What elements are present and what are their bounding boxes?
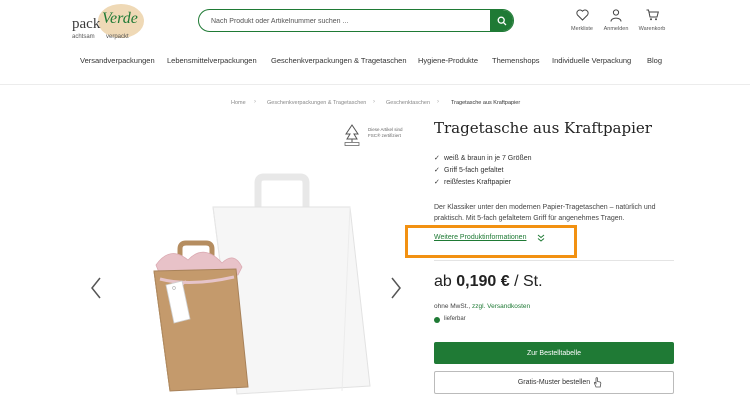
- feature-text: Griff 5-fach gefaltet: [444, 166, 504, 174]
- nav-item-geschenkverpackungen[interactable]: Geschenkverpackungen & Tragetaschen: [271, 56, 407, 65]
- gallery-prev-button[interactable]: [90, 276, 102, 300]
- price-unit: / St.: [514, 273, 543, 290]
- logo-word-verde: Verde: [102, 10, 138, 27]
- product-price: ab 0,190 € / St.: [434, 273, 543, 291]
- logo-tagline-2: verpackt: [106, 34, 129, 40]
- hand-pointer-icon: [593, 377, 602, 388]
- free-sample-label: Gratis-Muster bestellen: [517, 379, 591, 386]
- feature-item: ✓ Griff 5-fach gefaltet: [434, 164, 532, 176]
- availability-dot-icon: [434, 317, 440, 323]
- feature-text: reißfestes Kraftpapier: [444, 178, 511, 186]
- search-input[interactable]: [209, 13, 483, 30]
- feature-item: ✓ reißfestes Kraftpapier: [434, 176, 532, 188]
- heart-icon: [575, 9, 589, 21]
- check-icon: ✓: [434, 179, 440, 186]
- logo[interactable]: pack Verde achtsam verpackt: [72, 4, 144, 40]
- price-value: 0,190 €: [456, 273, 510, 290]
- feature-list: ✓ weiß & braun in je 7 Größen ✓ Griff 5-fa…: [434, 152, 532, 188]
- nav-item-lebensmittelverpackungen[interactable]: Lebensmittelverpackungen: [167, 56, 257, 65]
- feature-item: ✓ weiß & braun in je 7 Größen: [434, 152, 532, 164]
- breadcrumb-home[interactable]: Home: [231, 100, 246, 106]
- highlight-box: [405, 225, 577, 258]
- free-sample-button[interactable]: Gratis-Muster bestellen: [434, 371, 674, 394]
- user-icon: [610, 9, 622, 22]
- cart-label: Warenkorb: [638, 26, 666, 32]
- account-link[interactable]: Anmelden: [596, 9, 636, 32]
- nav-item-hygiene-produkte[interactable]: Hygiene-Produkte: [418, 56, 478, 65]
- shipping-costs-link[interactable]: zzgl. Versandkosten: [472, 303, 530, 310]
- nav-item-themenshops[interactable]: Themenshops: [492, 56, 540, 65]
- product-image[interactable]: [130, 165, 420, 400]
- nav-item-blog[interactable]: Blog: [647, 56, 662, 65]
- gallery-next-button[interactable]: [390, 276, 402, 300]
- logo-tagline-1: achtsam: [72, 34, 95, 40]
- search-icon: [497, 16, 506, 25]
- cart-icon: [646, 9, 659, 21]
- tax-note: ohne MwSt., zzgl. Versandkosten: [434, 303, 530, 310]
- fsc-certification: Diese Artikel sind FSC® zertifiziert: [343, 124, 405, 146]
- breadcrumb-category[interactable]: Geschenkverpackungen & Tragetaschen: [267, 100, 366, 106]
- price-divider: [434, 260, 674, 261]
- check-icon: ✓: [434, 155, 440, 162]
- account-label: Anmelden: [603, 26, 629, 32]
- availability-status: lieferbar: [444, 316, 466, 322]
- breadcrumb-subcategory[interactable]: Geschenktaschen: [386, 100, 430, 106]
- breadcrumb-current: Tragetasche aus Kraftpapier: [451, 100, 521, 106]
- header-divider: [0, 84, 750, 85]
- cart-link[interactable]: Warenkorb: [632, 9, 672, 32]
- feature-text: weiß & braun in je 7 Größen: [444, 154, 532, 162]
- breadcrumb-chevron-icon: ›: [254, 99, 256, 105]
- price-prefix: ab: [434, 273, 452, 290]
- fsc-tree-icon: [344, 124, 360, 146]
- product-title: Tragetasche aus Kraftpapier: [434, 119, 652, 137]
- nav-item-individuelle-verpackung[interactable]: Individuelle Verpackung: [552, 56, 631, 65]
- breadcrumb-chevron-icon: ›: [373, 99, 375, 105]
- search-button[interactable]: [490, 10, 513, 31]
- main-navigation: Versandverpackungen Lebensmittelverpacku…: [0, 56, 750, 70]
- search-bar: [198, 9, 514, 32]
- fsc-note: Diese Artikel sind FSC® zertifiziert: [368, 127, 403, 138]
- logo-word-pack: pack: [72, 16, 101, 32]
- check-icon: ✓: [434, 167, 440, 174]
- breadcrumb-chevron-icon: ›: [437, 99, 439, 105]
- order-table-button[interactable]: Zur Bestelltabelle: [434, 342, 674, 364]
- nav-item-versandverpackungen[interactable]: Versandverpackungen: [80, 56, 155, 65]
- product-description: Der Klassiker unter den modernen Papier-…: [434, 204, 656, 222]
- tax-text: ohne MwSt.,: [434, 303, 471, 310]
